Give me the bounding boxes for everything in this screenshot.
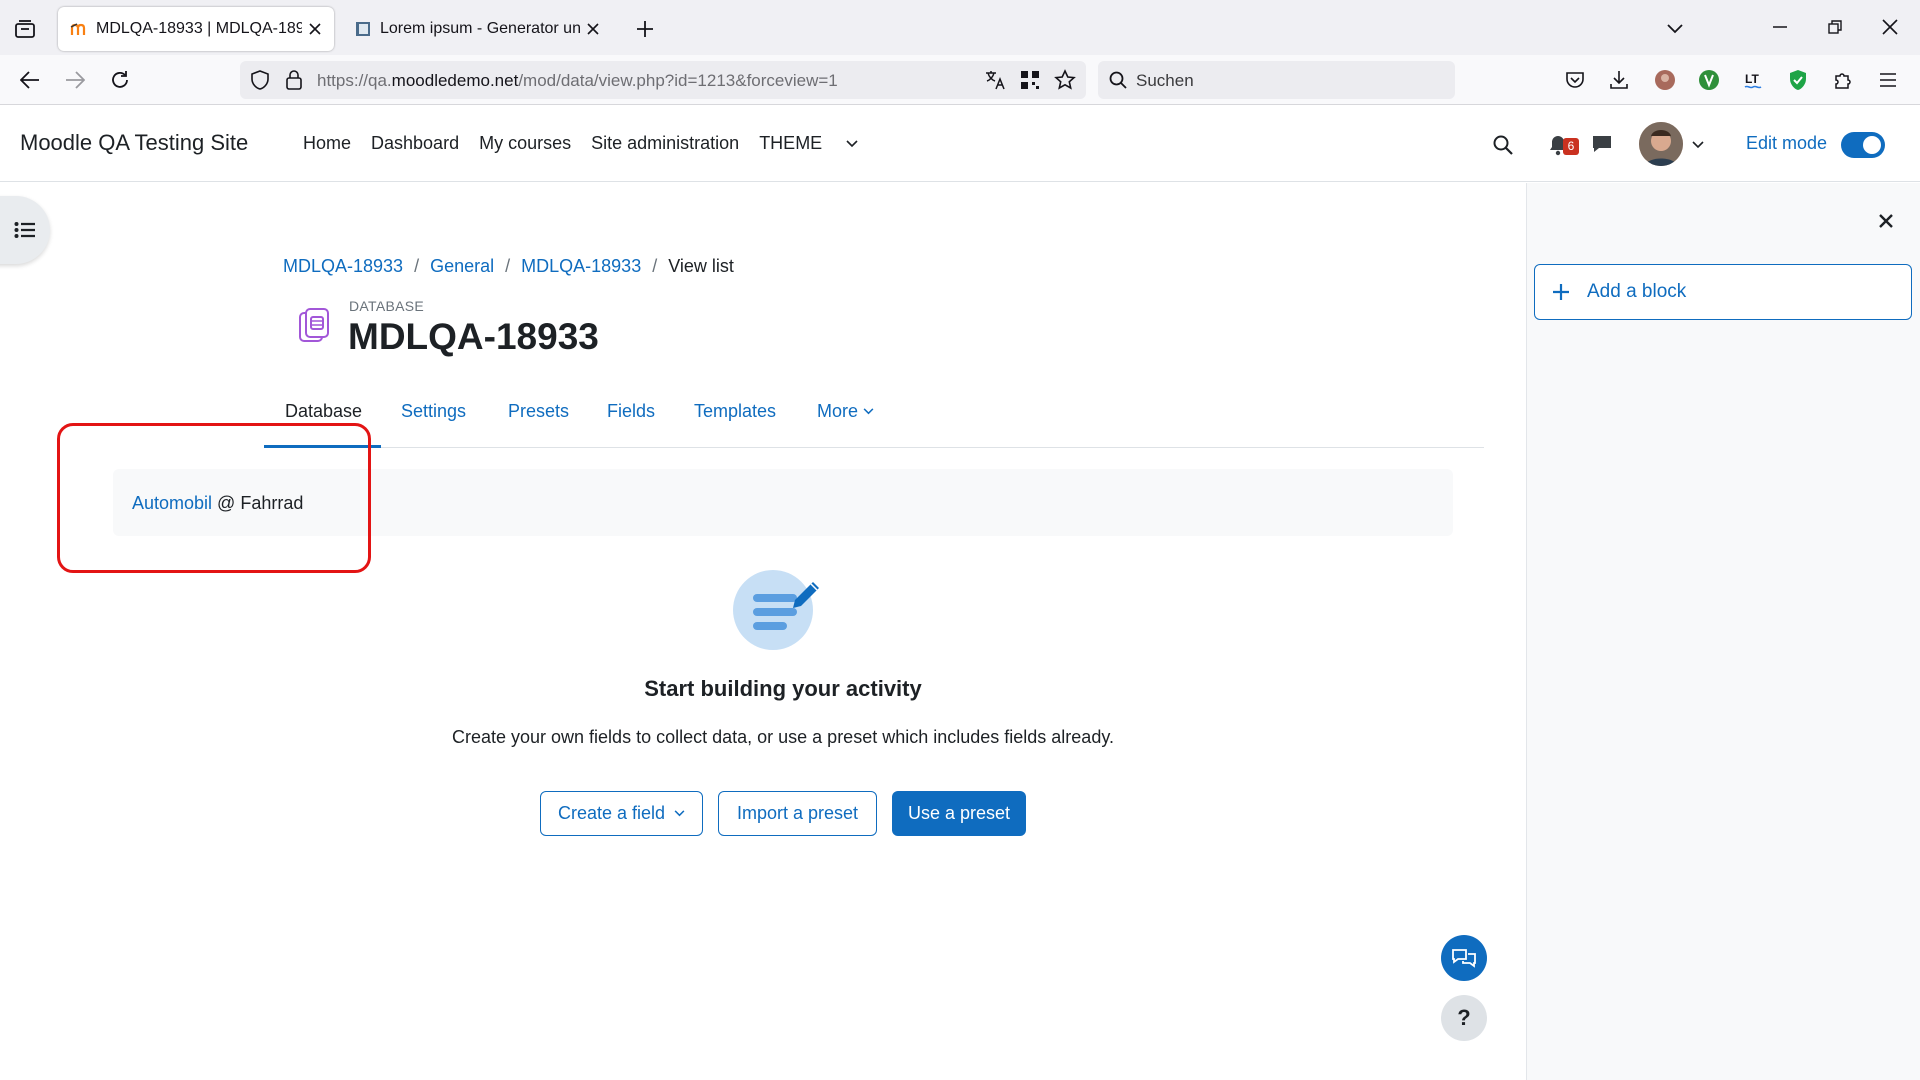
browser-tab-lorem[interactable]: Lorem ipsum - Generator und In <box>342 7 612 51</box>
red-annotation-box <box>57 423 371 573</box>
add-block-label: Add a block <box>1587 281 1687 302</box>
tab-more[interactable]: More <box>817 401 874 422</box>
shield-check-icon[interactable] <box>1781 63 1815 97</box>
add-block-button[interactable]: Add a block <box>1534 264 1912 320</box>
green-extension-icon[interactable] <box>1692 63 1726 97</box>
close-tab-icon[interactable] <box>302 16 328 42</box>
close-tab-icon[interactable] <box>580 16 606 42</box>
search-icon[interactable] <box>1489 131 1517 159</box>
breadcrumb-item[interactable]: General <box>430 256 494 277</box>
breadcrumb-current: View list <box>668 256 734 276</box>
tab-title: MDLQA-18933 | MDLQA-18933 <box>96 20 302 37</box>
web-search-field[interactable]: Suchen <box>1098 61 1455 99</box>
tab-presets[interactable]: Presets <box>508 401 569 422</box>
downloads-icon[interactable] <box>1602 63 1636 97</box>
tab-database[interactable]: Database <box>285 401 362 422</box>
create-field-button[interactable]: Create a field <box>540 791 703 836</box>
pocket-icon[interactable] <box>1558 63 1592 97</box>
help-icon: ? <box>1457 1005 1471 1030</box>
edit-mode-toggle[interactable] <box>1841 132 1885 158</box>
empty-state-illustration <box>733 570 829 650</box>
nav-home[interactable]: Home <box>303 133 351 154</box>
plus-icon <box>1553 284 1569 300</box>
address-bar[interactable]: https://qa.moodledemo.net/mod/data/view.… <box>240 61 1086 99</box>
list-icon <box>14 222 35 238</box>
notification-count-badge: 6 <box>1563 138 1579 155</box>
browser-tab-strip: MDLQA-18933 | MDLQA-18933 Lorem ipsum - … <box>0 0 1920 55</box>
extensions-puzzle-icon[interactable] <box>1826 63 1860 97</box>
page-title: MDLQA-18933 <box>348 316 599 357</box>
close-block-drawer-icon[interactable] <box>1872 207 1900 235</box>
messages-icon[interactable] <box>1588 130 1616 158</box>
empty-state-description: Create your own fields to collect data, … <box>451 727 1114 747</box>
site-name[interactable]: Moodle QA Testing Site <box>20 130 248 156</box>
nav-theme-label: THEME <box>759 133 823 153</box>
search-placeholder: Suchen <box>1136 71 1194 90</box>
nav-dashboard[interactable]: Dashboard <box>371 133 459 154</box>
breadcrumb-separator: / <box>652 256 658 276</box>
bookmark-star-icon[interactable] <box>1054 69 1076 91</box>
chat-button[interactable] <box>1441 935 1487 981</box>
tab-title: Lorem ipsum - Generator und In <box>380 20 580 37</box>
list-all-tabs-icon[interactable] <box>1660 14 1690 44</box>
languagetool-icon[interactable]: LT <box>1737 63 1771 97</box>
tab-templates[interactable]: Templates <box>694 401 776 422</box>
primary-navigation: Home Dashboard My courses Site administr… <box>303 133 878 154</box>
moodle-favicon-icon <box>70 23 86 35</box>
search-icon <box>1109 71 1127 89</box>
site-header: Moodle QA Testing Site Home Dashboard My… <box>0 106 1920 182</box>
empty-state-title: Start building your activity <box>644 676 922 701</box>
breadcrumb-item[interactable]: MDLQA-18933 <box>521 256 641 277</box>
minimize-window-icon[interactable] <box>1763 12 1797 42</box>
breadcrumb-separator: / <box>414 256 420 276</box>
browser-navigation-bar: https://qa.moodledemo.net/mod/data/view.… <box>0 55 1920 105</box>
qr-code-icon[interactable] <box>1020 70 1040 90</box>
app-menu-icon[interactable] <box>1871 63 1905 97</box>
lock-icon[interactable] <box>285 69 303 91</box>
nav-site-administration[interactable]: Site administration <box>591 133 739 154</box>
close-window-icon[interactable] <box>1873 12 1907 42</box>
profile-extension-icon[interactable] <box>1648 63 1682 97</box>
reload-icon[interactable] <box>103 63 137 97</box>
chat-bubbles-icon <box>1452 949 1476 968</box>
book-favicon-icon <box>356 22 370 36</box>
tab-overview-icon[interactable] <box>10 14 40 44</box>
user-menu-chevron-icon[interactable] <box>1689 137 1707 153</box>
tab-more-label: More <box>817 401 859 421</box>
url-path: /mod/data/view.php?id=1213&forceview=1 <box>518 71 838 90</box>
translate-icon[interactable] <box>984 69 1006 91</box>
new-tab-icon[interactable] <box>630 14 660 44</box>
course-index-toggle[interactable] <box>0 196 50 264</box>
chevron-down-icon <box>863 408 874 415</box>
help-button[interactable]: ? <box>1441 995 1487 1041</box>
nav-theme[interactable]: THEME <box>759 133 858 154</box>
nav-my-courses[interactable]: My courses <box>479 133 571 154</box>
chevron-down-icon <box>846 139 858 147</box>
svg-text:LT: LT <box>1745 72 1759 86</box>
back-icon[interactable] <box>13 63 47 97</box>
breadcrumb-item[interactable]: MDLQA-18933 <box>283 256 403 277</box>
secondary-navigation: Database Settings Presets Fields Templat… <box>264 398 1484 448</box>
database-module-icon <box>298 307 332 345</box>
edit-mode-label: Edit mode <box>1746 133 1828 153</box>
url-host: moodledemo.net <box>391 71 519 90</box>
breadcrumb: MDLQA-18933 / General / MDLQA-18933 / Vi… <box>283 256 734 277</box>
tab-settings[interactable]: Settings <box>401 401 466 422</box>
browser-tab-moodle[interactable]: MDLQA-18933 | MDLQA-18933 <box>58 7 334 51</box>
forward-icon[interactable] <box>58 63 92 97</box>
use-preset-button[interactable]: Use a preset <box>892 791 1026 836</box>
url-prefix: https://qa. <box>317 71 392 90</box>
breadcrumb-separator: / <box>505 256 511 276</box>
tab-fields[interactable]: Fields <box>607 401 655 422</box>
create-field-label: Create a field <box>557 803 666 823</box>
restore-window-icon[interactable] <box>1818 12 1852 42</box>
module-type-label: DATABASE <box>349 298 425 314</box>
url-text[interactable]: https://qa.moodledemo.net/mod/data/view.… <box>317 71 838 91</box>
chevron-down-icon <box>674 810 685 817</box>
toggle-knob <box>1863 136 1881 154</box>
import-preset-button[interactable]: Import a preset <box>718 791 877 836</box>
user-avatar[interactable] <box>1639 122 1683 166</box>
shield-icon[interactable] <box>250 70 270 90</box>
